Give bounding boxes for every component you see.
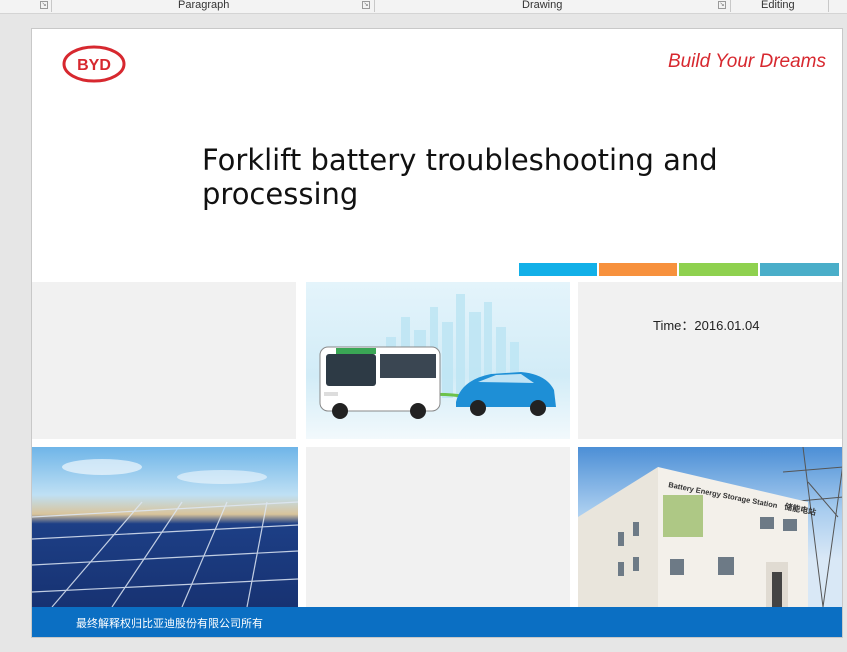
- stripe-green: [679, 263, 758, 276]
- paragraph-dialog-launcher-icon[interactable]: ↘: [362, 1, 370, 9]
- ribbon-separator: [374, 0, 375, 12]
- solar-panel-image[interactable]: [32, 447, 298, 607]
- gray-tile-bottom-middle: [306, 447, 570, 607]
- time-label: Time：: [653, 318, 695, 333]
- stripe-cyan: [519, 263, 597, 276]
- footer-bar[interactable]: 最终解释权归比亚迪股份有限公司所有: [32, 607, 842, 637]
- stripe-teal: [760, 263, 839, 276]
- bus-and-car-image[interactable]: [306, 282, 570, 439]
- solar-panel-illustration: [32, 459, 298, 607]
- ribbon-group-labels: ↘ Paragraph ↘ Drawing ↘ Editing: [0, 0, 847, 14]
- building-illustration: Battery Energy Storage Station 储能电站: [578, 447, 842, 607]
- gray-tile-top-right: [578, 282, 842, 439]
- slide-title[interactable]: Forklift battery troubleshooting and pro…: [202, 143, 842, 211]
- ribbon-separator: [730, 0, 731, 12]
- logo-text: BYD: [77, 57, 111, 74]
- ribbon-group-drawing: Drawing: [522, 0, 563, 11]
- bus-car-illustration: [319, 294, 556, 419]
- brand-tagline[interactable]: Build Your Dreams: [668, 51, 826, 73]
- bus-icon: [319, 346, 441, 419]
- date-text[interactable]: Time：2016.01.04: [653, 315, 759, 334]
- drawing-dialog-launcher-icon[interactable]: ↘: [718, 1, 726, 9]
- time-value: 2016.01.04: [694, 318, 760, 333]
- stripe-orange: [599, 263, 677, 276]
- dialog-launcher-icon[interactable]: ↘: [40, 1, 48, 9]
- ribbon-group-editing: Editing: [761, 0, 795, 11]
- ribbon-group-paragraph: Paragraph: [178, 0, 230, 11]
- slide-canvas[interactable]: BYD Build Your Dreams Forklift battery t…: [31, 28, 843, 638]
- gray-tile-top-left: [32, 282, 296, 439]
- ribbon-separator: [828, 0, 829, 12]
- energy-storage-building-image[interactable]: Battery Energy Storage Station 储能电站: [578, 447, 842, 607]
- footer-copyright-text: 最终解释权归比亚迪股份有限公司所有: [76, 618, 263, 630]
- ribbon-separator: [51, 0, 52, 12]
- byd-logo[interactable]: BYD: [62, 45, 126, 83]
